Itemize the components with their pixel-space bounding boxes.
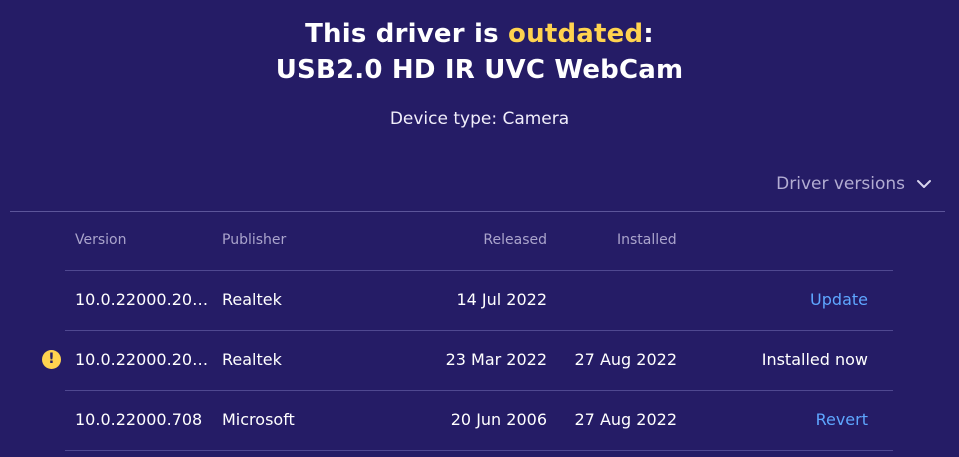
table-row: 10.0.22000.202… Realtek 14 Jul 2022 Upda…: [65, 271, 893, 331]
table-row: 10.0.22000.708 Microsoft 20 Jun 2006 27 …: [65, 391, 893, 451]
publisher-cell: Realtek: [222, 290, 282, 309]
driver-versions-table: Version Publisher Released Installed 10.…: [42, 222, 893, 451]
section-divider: [10, 211, 945, 212]
driver-versions-toggle[interactable]: Driver versions: [776, 174, 933, 194]
installed-now-status: Installed now: [761, 350, 868, 369]
installed-cell: 27 Aug 2022: [574, 410, 678, 429]
column-header-publisher: Publisher: [222, 232, 287, 248]
publisher-cell: Microsoft: [222, 410, 295, 429]
publisher-cell: Realtek: [222, 350, 282, 369]
title-prefix: This driver is: [305, 19, 509, 49]
device-name: USB2.0 HD IR UVC WebCam: [275, 55, 684, 85]
installed-cell: 27 Aug 2022: [574, 350, 678, 369]
page-title: This driver is outdated: USB2.0 HD IR UV…: [0, 16, 959, 88]
revert-button[interactable]: Revert: [816, 410, 868, 429]
table-row: ! 10.0.22000.202… Realtek 23 Mar 2022 27…: [42, 331, 893, 391]
exclamation-icon: !: [42, 350, 61, 369]
driver-versions-label: Driver versions: [776, 174, 905, 194]
version-cell: 10.0.22000.202…: [75, 350, 215, 369]
released-cell: 23 Mar 2022: [445, 350, 547, 369]
update-button[interactable]: Update: [810, 290, 868, 309]
released-cell: 20 Jun 2006: [450, 410, 547, 429]
released-cell: 14 Jul 2022: [456, 290, 547, 309]
column-header-installed: Installed: [617, 232, 677, 248]
version-cell: 10.0.22000.202…: [75, 290, 215, 309]
device-type: Device type: Camera: [389, 109, 570, 129]
title-line: This driver is outdated:: [0, 16, 959, 52]
table-header: Version Publisher Released Installed: [65, 222, 893, 271]
status-outdated: outdated: [508, 19, 644, 49]
driver-details-page: This driver is outdated: USB2.0 HD IR UV…: [0, 0, 959, 457]
title-suffix: :: [643, 19, 654, 49]
chevron-down-icon: [915, 175, 933, 193]
column-header-released: Released: [483, 232, 547, 248]
column-header-version: Version: [75, 232, 127, 248]
version-cell: 10.0.22000.708: [75, 410, 203, 429]
